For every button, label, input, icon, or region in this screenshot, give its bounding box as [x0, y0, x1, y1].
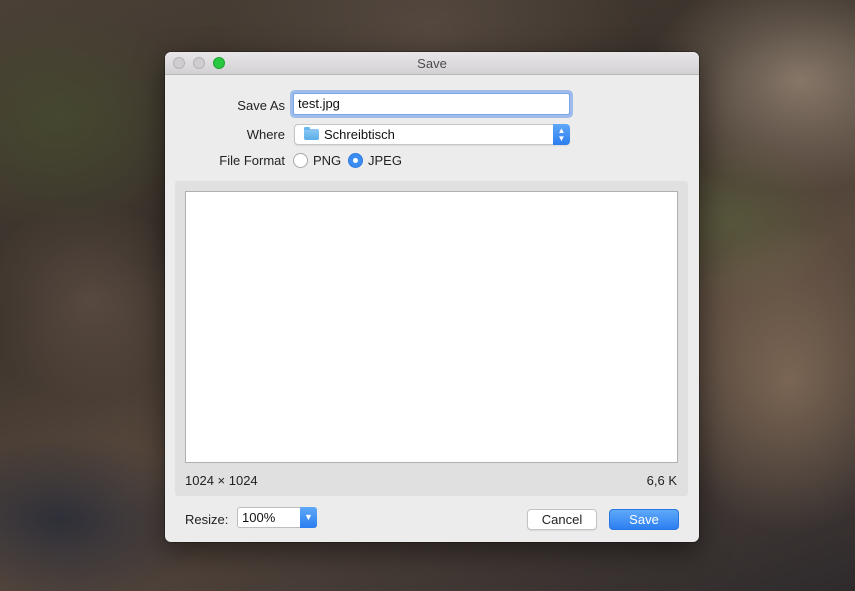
chevron-down-icon: ▼ [300, 507, 317, 528]
image-dimensions: 1024 × 1024 [185, 473, 258, 488]
preview-image [185, 191, 678, 463]
chevron-updown-icon: ▲ ▼ [553, 124, 570, 145]
jpeg-radio[interactable] [348, 153, 363, 168]
folder-icon [304, 127, 319, 140]
resize-label: Resize: [185, 512, 229, 527]
file-size: 6,6 K [646, 473, 677, 488]
jpeg-radio-label[interactable]: JPEG [368, 153, 402, 168]
save-button[interactable]: Save [609, 509, 679, 530]
preview-panel: 1024 × 1024 6,6 K [175, 181, 688, 496]
save-as-label: Save As [237, 98, 285, 113]
where-label: Where [246, 127, 285, 142]
cancel-button[interactable]: Cancel [527, 509, 597, 530]
resize-value: 100% [242, 510, 276, 525]
title-bar[interactable]: Save [165, 52, 699, 75]
png-radio-label[interactable]: PNG [313, 153, 341, 168]
resize-select[interactable]: 100% ▼ [237, 507, 317, 528]
window-title: Save [417, 56, 447, 71]
file-format-label: File Format [219, 153, 285, 168]
save-as-input[interactable]: test.jpg [293, 93, 570, 115]
where-value: Schreibtisch [324, 127, 395, 142]
save-dialog: Save Save As test.jpg Where Schreibtisch… [165, 52, 699, 542]
png-radio[interactable] [293, 153, 308, 168]
where-popup[interactable]: Schreibtisch ▲ ▼ [294, 124, 570, 145]
